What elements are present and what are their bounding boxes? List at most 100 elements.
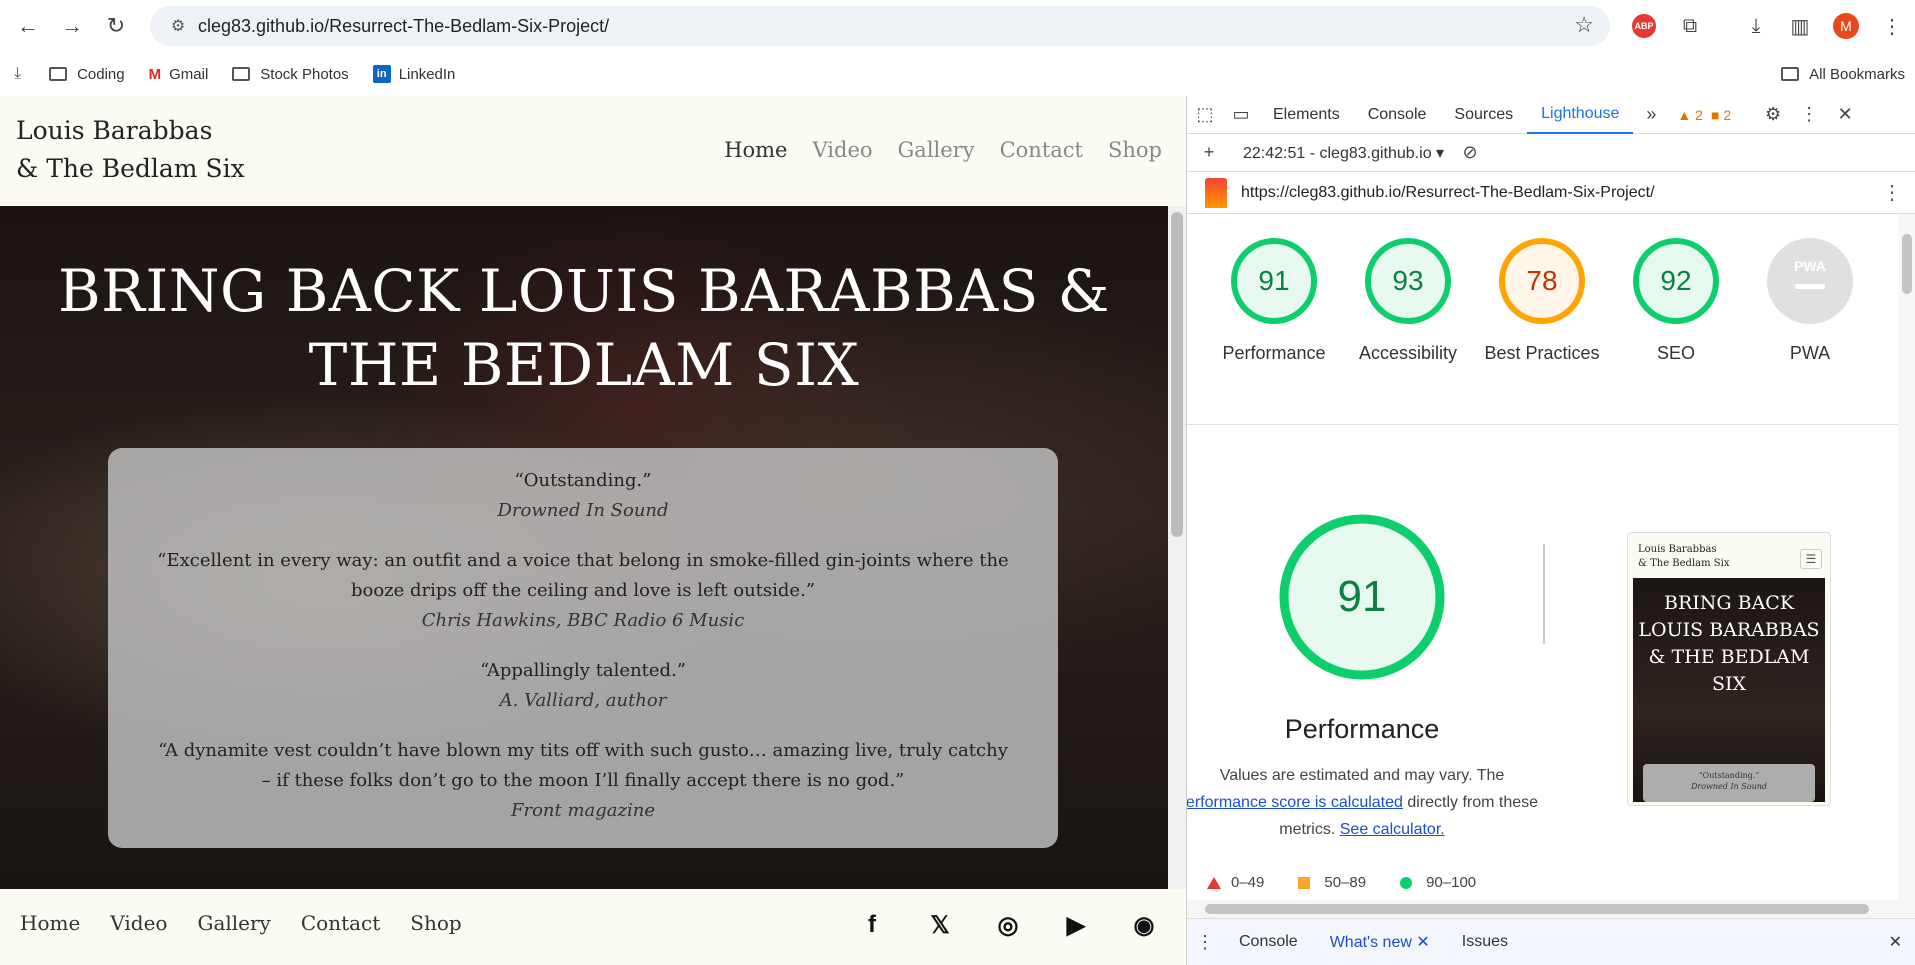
nav-gallery[interactable]: Gallery — [898, 138, 975, 162]
nav-contact[interactable]: Contact — [1000, 138, 1083, 162]
youtube-icon[interactable]: ▶ — [1060, 909, 1092, 941]
close-devtools-icon[interactable]: ✕ — [1827, 104, 1863, 125]
tab-sources[interactable]: Sources — [1440, 96, 1527, 134]
devtools-menu-icon[interactable]: ⋮ — [1791, 104, 1827, 125]
gauge-performance[interactable]: 91 Performance — [1207, 236, 1341, 367]
forward-icon[interactable]: → — [50, 4, 94, 48]
report-url[interactable]: https://cleg83.github.io/Resurrect-The-B… — [1241, 184, 1655, 202]
bookmark-star-icon[interactable]: ☆ — [1574, 12, 1594, 38]
download-bookmark-icon[interactable]: ⤓ — [14, 65, 29, 83]
footer-gallery[interactable]: Gallery — [197, 911, 270, 935]
bookmark-stock-photos[interactable]: Stock Photos — [232, 66, 349, 83]
report-selector[interactable]: 22:42:51 - cleg83.github.io ▾ — [1243, 143, 1444, 163]
footer-home[interactable]: Home — [20, 911, 80, 935]
perf-desc-line2: directly from these — [1402, 794, 1539, 811]
thumb-logo-line: & The Bedlam Six — [1638, 558, 1730, 569]
thumb-hero: BRING BACK LOUIS BARABBAS & THE BEDLAM S… — [1633, 578, 1825, 802]
performance-title: Performance — [1284, 714, 1440, 744]
gauge-label: SEO — [1656, 343, 1695, 363]
thumb-title: BRING BACK LOUIS BARABBAS & THE BEDLAM S… — [1638, 592, 1820, 695]
footer-contact[interactable]: Contact — [301, 911, 380, 935]
drawer-tab-issues[interactable]: Issues — [1446, 933, 1524, 951]
site-header: Louis Barabbas & The Bedlam Six Home Vid… — [0, 96, 1168, 206]
warning-icon[interactable]: ▲ 2 — [1677, 107, 1703, 123]
drawer-tab-label: What's new — [1329, 934, 1412, 951]
adblock-icon[interactable]: ABP — [1628, 10, 1660, 42]
tab-lighthouse[interactable]: Lighthouse — [1527, 96, 1634, 134]
more-tabs-icon[interactable]: » — [1633, 104, 1669, 125]
gauge-seo[interactable]: 92 SEO — [1609, 236, 1743, 367]
hero-title: BRING BACK LOUIS BARABBAS & THE BEDLAM S… — [58, 257, 1110, 399]
score-calculated-link[interactable]: erformance score is calculated — [1187, 794, 1403, 811]
nav-shop[interactable]: Shop — [1108, 138, 1162, 162]
drawer-tab-console[interactable]: Console — [1223, 933, 1314, 951]
report-menu-icon[interactable]: ⋮ — [1882, 180, 1902, 205]
site-footer: Home Video Gallery Contact Shop f 𝕏 ◎ ▶ … — [0, 889, 1186, 965]
facebook-icon[interactable]: f — [856, 909, 888, 941]
profile-avatar[interactable]: M — [1830, 10, 1862, 42]
report-horizontal-scrollbar[interactable] — [1187, 900, 1915, 918]
drawer-tab-whats-new[interactable]: What's new ✕ — [1314, 932, 1446, 952]
settings-gear-icon[interactable]: ⚙ — [1755, 104, 1791, 125]
inspect-element-icon[interactable]: ⬚ — [1187, 104, 1223, 125]
device-toolbar-icon[interactable]: ▭ — [1223, 104, 1259, 125]
compass-icon[interactable]: ◉ — [1128, 909, 1160, 941]
vertical-divider — [1543, 544, 1545, 644]
extensions-icon[interactable]: ⧉ — [1674, 10, 1706, 42]
quote-source: Drowned In Sound — [497, 500, 669, 521]
bookmark-linkedin[interactable]: in LinkedIn — [372, 65, 455, 83]
footer-shop[interactable]: Shop — [410, 911, 461, 935]
gauge-label: Accessibility — [1358, 343, 1458, 363]
gauge-value: 78 — [1526, 265, 1558, 296]
new-report-icon[interactable]: + — [1191, 142, 1227, 163]
bookmark-label: Gmail — [169, 65, 209, 83]
thumb-logo: Louis Barabbas & The Bedlam Six — [1638, 543, 1729, 571]
menu-icon[interactable]: ⋮ — [1876, 10, 1908, 42]
see-calculator-link[interactable]: See calculator. — [1340, 821, 1445, 838]
folder-icon — [1781, 67, 1800, 81]
address-bar[interactable]: ⚙ cleg83.github.io/Resurrect-The-Bedlam-… — [150, 6, 1610, 46]
issues-icon[interactable]: ■ 2 — [1711, 107, 1731, 123]
side-panel-icon[interactable]: ▥ — [1784, 10, 1816, 42]
x-icon[interactable]: 𝕏 — [924, 909, 956, 941]
pwa-logo-icon: PWA — [1794, 258, 1826, 274]
quote-text: “Appallingly talented.” — [480, 660, 686, 681]
close-drawer-icon[interactable]: ✕ — [1889, 932, 1902, 952]
folder-icon — [232, 67, 251, 81]
instagram-icon[interactable]: ◎ — [992, 909, 1024, 941]
nav-video[interactable]: Video — [813, 138, 873, 162]
url-text[interactable]: cleg83.github.io/Resurrect-The-Bedlam-Si… — [198, 16, 609, 37]
gauge-pwa[interactable]: PWA PWA — [1743, 236, 1877, 367]
bookmark-gmail[interactable]: M Gmail — [149, 66, 209, 83]
report-vertical-scrollbar[interactable] — [1898, 214, 1915, 900]
site-logo[interactable]: Louis Barabbas & The Bedlam Six — [16, 112, 245, 188]
gauge-accessibility[interactable]: 93 Accessibility — [1341, 236, 1475, 367]
scrollbar-thumb[interactable] — [1205, 904, 1869, 914]
site-info-icon[interactable]: ⚙ — [158, 16, 198, 36]
bookmark-coding[interactable]: Coding — [49, 66, 125, 83]
footer-video[interactable]: Video — [110, 911, 167, 935]
social-links: f 𝕏 ◎ ▶ ◉ — [856, 909, 1186, 941]
back-icon[interactable]: ← — [6, 4, 50, 48]
quote-source: Front magazine — [510, 800, 656, 821]
scrollbar-thumb[interactable] — [1902, 234, 1912, 294]
tab-console[interactable]: Console — [1354, 96, 1441, 134]
clear-icon[interactable]: ⊘ — [1452, 142, 1488, 163]
all-bookmarks[interactable]: All Bookmarks — [1781, 66, 1905, 83]
download-icon[interactable]: ⤓ — [1740, 10, 1772, 42]
gauge-best-practices[interactable]: 78 Best Practices — [1475, 236, 1609, 367]
perf-desc-line1: Values are estimated and may vary. The — [1219, 767, 1505, 784]
scrollbar-thumb[interactable] — [1171, 212, 1183, 537]
hero-section: BRING BACK LOUIS BARABBAS & THE BEDLAM S… — [0, 206, 1168, 889]
drawer-menu-icon[interactable]: ⋮ — [1187, 932, 1223, 953]
tab-elements[interactable]: Elements — [1259, 96, 1354, 134]
final-screenshot-thumbnail[interactable]: Louis Barabbas & The Bedlam Six ☰ BRING B… — [1627, 532, 1831, 806]
reload-icon[interactable]: ↻ — [94, 4, 138, 48]
gauge-label: PWA — [1789, 343, 1831, 363]
bookmark-label: Coding — [77, 65, 125, 83]
page-scrollbar[interactable] — [1168, 206, 1186, 889]
nav-home[interactable]: Home — [724, 138, 787, 162]
divider — [1187, 424, 1898, 425]
legend-label: 0–49 — [1231, 874, 1265, 891]
close-tab-icon[interactable]: ✕ — [1416, 934, 1429, 951]
